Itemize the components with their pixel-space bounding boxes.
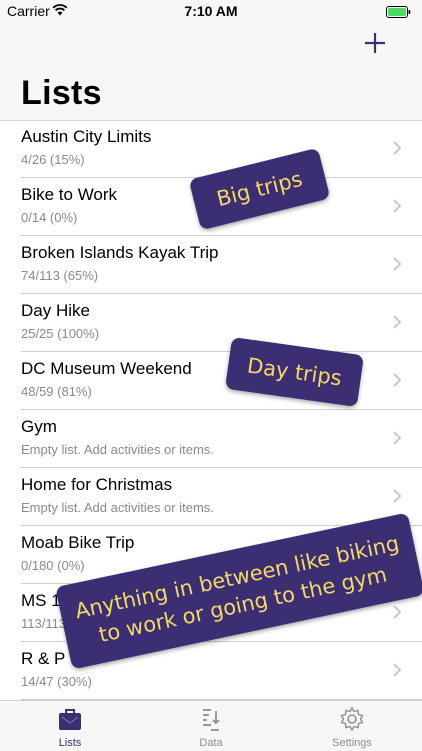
chevron-right-icon <box>393 663 402 677</box>
tab-label: Lists <box>58 737 82 749</box>
chevron-right-icon <box>393 431 402 445</box>
plus-icon <box>365 33 385 53</box>
tab-bar: Lists Data Settings <box>0 700 422 751</box>
list-item[interactable]: Austin City Limits 4/26 (15%) <box>21 120 422 178</box>
list-item[interactable]: Day Hike 25/25 (100%) <box>21 294 422 352</box>
list-item[interactable]: Broken Islands Kayak Trip 74/113 (65%) <box>21 236 422 294</box>
list-item-title: Gym <box>21 417 57 436</box>
tab-lists[interactable]: Lists <box>0 701 140 751</box>
list-item-progress: Empty list. Add activities or items. <box>21 442 214 457</box>
chevron-right-icon <box>393 199 402 213</box>
chevron-right-icon <box>393 315 402 329</box>
data-sort-icon <box>203 709 220 731</box>
tab-settings[interactable]: Settings <box>282 701 422 751</box>
navigation-header: Lists <box>0 22 422 121</box>
chevron-right-icon <box>393 373 402 387</box>
list-item-progress: 14/47 (30%) <box>21 674 92 689</box>
list-item-progress: 0/180 (0%) <box>21 558 85 573</box>
add-list-button[interactable] <box>362 30 388 56</box>
list-item-title: Bike to Work <box>21 185 118 204</box>
page-title: Lists <box>21 74 102 112</box>
chevron-right-icon <box>393 605 402 619</box>
list-item-progress: 48/59 (81%) <box>21 384 92 399</box>
chevron-right-icon <box>393 257 402 271</box>
list-item-title: R & P <box>21 649 66 668</box>
list-item-title: MS 1 <box>21 591 61 610</box>
battery-icon <box>386 5 412 23</box>
list-item-title: Austin City Limits <box>21 127 152 146</box>
list-item-title: Home for Christmas <box>21 475 173 494</box>
gear-icon <box>340 706 364 732</box>
briefcase-icon <box>59 709 81 730</box>
list-item-title: Broken Islands Kayak Trip <box>21 243 219 262</box>
tab-data[interactable]: Data <box>141 701 281 751</box>
tab-label: Settings <box>332 737 372 749</box>
chevron-right-icon <box>393 489 402 503</box>
list-item-progress: 74/113 (65%) <box>21 268 99 283</box>
list-item-title: Moab Bike Trip <box>21 533 135 552</box>
clock: 7:10 AM <box>184 3 238 19</box>
status-bar: Carrier 7:10 AM <box>0 0 422 22</box>
list-item-title: DC Museum Weekend <box>21 359 192 378</box>
list-item-title: Day Hike <box>21 301 90 320</box>
list-item[interactable]: Home for Christmas Empty list. Add activ… <box>21 468 422 526</box>
list-item-progress: 25/25 (100%) <box>21 326 100 341</box>
tab-label: Data <box>199 737 223 749</box>
list-item-progress: Empty list. Add activities or items. <box>21 500 214 515</box>
list-item[interactable]: Gym Empty list. Add activities or items. <box>21 410 422 468</box>
list-item-progress: 113/113 <box>21 616 67 631</box>
chevron-right-icon <box>393 141 402 155</box>
list-item-progress: 4/26 (15%) <box>21 152 85 167</box>
list-item-progress: 0/14 (0%) <box>21 210 78 225</box>
